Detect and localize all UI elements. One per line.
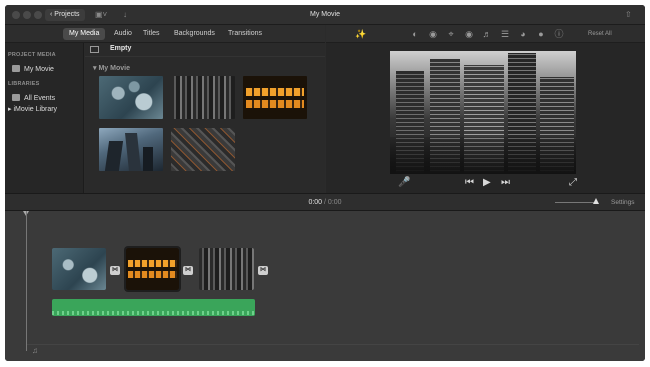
- timeline-clip-ocean-waves[interactable]: [52, 248, 106, 290]
- timeline-clip-city-skyline[interactable]: [199, 248, 254, 290]
- voiceover-microphone-icon[interactable]: 🎤: [398, 177, 410, 189]
- transition-icon[interactable]: ⋈: [183, 266, 193, 275]
- sidebar-toggle-icon[interactable]: [90, 46, 99, 53]
- window-lights: [246, 88, 304, 96]
- tower-shape: [125, 133, 141, 171]
- tab-my-media[interactable]: My Media: [63, 28, 106, 40]
- viewer-toolbar: ✨ ◐ ◉ ⌖ ◉ ♬ ☰ ◕ ● ⓘ Reset All: [326, 25, 645, 43]
- events-icon: [12, 94, 20, 101]
- sidebar-item-all-events[interactable]: All Events: [12, 94, 55, 102]
- clip-filter-icon[interactable]: ●: [534, 27, 548, 41]
- video-preview[interactable]: [390, 51, 576, 174]
- crop-icon[interactable]: ⌖: [444, 27, 458, 41]
- timecode: 0:00 / 0:00: [5, 194, 645, 212]
- filter-label[interactable]: Empty: [110, 45, 131, 52]
- media-thumbnail-skyscrapers-sky[interactable]: [99, 128, 163, 171]
- zoom-slider-track[interactable]: [555, 202, 597, 203]
- tab-backgrounds[interactable]: Backgrounds: [168, 28, 221, 40]
- imovie-window: ‹ Projects ▣˅ ↓ My Movie ⇧ My Media Audi…: [5, 5, 645, 361]
- sidebar-item-label: All Events: [24, 95, 56, 102]
- window-lights: [246, 100, 304, 108]
- media-browser: Empty ▾ My Movie: [85, 43, 325, 193]
- skip-back-icon[interactable]: ⏮: [465, 177, 474, 189]
- noise-reduction-icon[interactable]: ☰: [498, 27, 512, 41]
- timeline[interactable]: ⋈ ⋈ ⋈ ♫: [5, 211, 645, 361]
- tab-titles[interactable]: Titles: [137, 28, 165, 40]
- transition-icon[interactable]: ⋈: [110, 266, 120, 275]
- skip-forward-icon[interactable]: ⏭: [501, 177, 510, 189]
- total-duration: 0:00: [327, 199, 342, 206]
- tower-shape: [143, 147, 153, 171]
- color-balance-icon[interactable]: ◐: [408, 27, 422, 41]
- libraries-heading: LIBRARIES: [8, 81, 40, 87]
- timeline-clip-night-windows[interactable]: [124, 246, 181, 292]
- project-media-heading: PROJECT MEDIA: [8, 52, 56, 58]
- music-well[interactable]: ♫: [27, 344, 639, 356]
- fullscreen-icon[interactable]: ⤢: [569, 177, 577, 189]
- sidebar-item-label: My Movie: [24, 66, 54, 73]
- browser-tabs: My Media Audio Titles Backgrounds Transi…: [5, 25, 325, 43]
- sidebar-item-label: iMovie Library: [13, 106, 58, 113]
- music-note-icon: ♫: [32, 346, 38, 355]
- play-icon[interactable]: ▶: [483, 177, 491, 189]
- libraries-sidebar: PROJECT MEDIA My Movie LIBRARIES All Eve…: [5, 43, 84, 193]
- viewer: 🎤 ⏮ ▶ ⏭ ⤢: [326, 43, 645, 193]
- window-lights: [128, 260, 177, 267]
- media-thumbnail-ocean-waves[interactable]: [99, 76, 163, 119]
- zoom-slider-thumb[interactable]: [593, 198, 599, 204]
- event-title[interactable]: ▾ My Movie: [93, 64, 130, 72]
- tower-shape: [104, 141, 124, 171]
- reset-all-button[interactable]: Reset All: [588, 28, 612, 40]
- media-thumbnail-city-skyline[interactable]: [171, 76, 235, 119]
- window-title: My Movie: [310, 11, 340, 18]
- settings-button[interactable]: Settings: [611, 194, 635, 212]
- tab-transitions[interactable]: Transitions: [222, 28, 268, 40]
- volume-icon[interactable]: ♬: [480, 27, 494, 41]
- color-correction-icon[interactable]: ◉: [426, 27, 440, 41]
- info-icon[interactable]: ⓘ: [552, 27, 566, 41]
- sidebar-item-my-movie[interactable]: My Movie: [12, 65, 54, 73]
- window-lights: [128, 271, 177, 278]
- tab-audio[interactable]: Audio: [108, 28, 138, 40]
- stabilization-icon[interactable]: ◉: [462, 27, 476, 41]
- preview-shadow: [390, 137, 576, 174]
- share-icon[interactable]: ⇧: [625, 9, 632, 21]
- media-thumbnail-aerial-city[interactable]: [171, 128, 235, 171]
- title-bar: ‹ Projects ▣˅ ↓ My Movie ⇧: [5, 5, 645, 25]
- audio-waveform: [52, 311, 255, 315]
- background-audio-clip[interactable]: [52, 299, 255, 316]
- magic-wand-icon[interactable]: ✨: [354, 27, 368, 41]
- timecode-bar: 0:00 / 0:00 Settings: [5, 193, 645, 211]
- playhead[interactable]: [26, 211, 27, 351]
- browser-header: Empty: [85, 43, 325, 57]
- transition-icon[interactable]: ⋈: [258, 266, 268, 275]
- speed-icon[interactable]: ◕: [516, 27, 530, 41]
- film-icon: [12, 65, 20, 72]
- media-thumbnail-night-windows[interactable]: [243, 76, 307, 119]
- current-time: 0:00: [308, 199, 323, 206]
- sidebar-item-imovie-library[interactable]: ▸ iMovie Library: [8, 105, 57, 113]
